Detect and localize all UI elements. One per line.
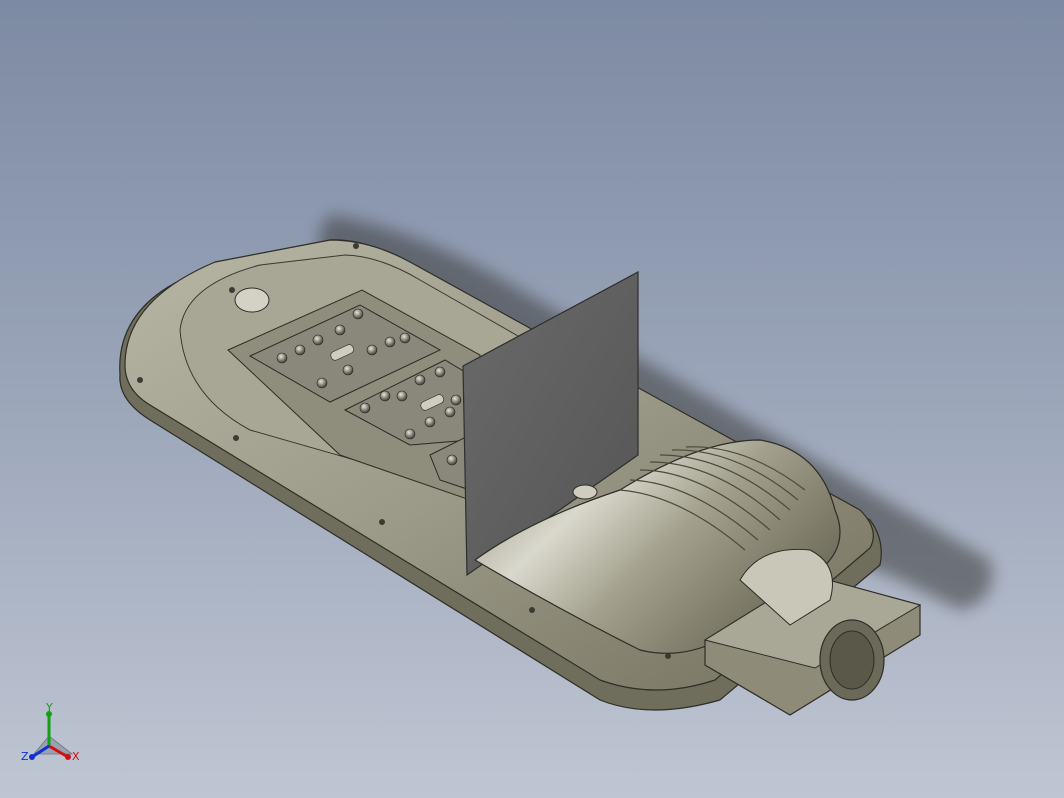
pole-socket-inner bbox=[829, 630, 875, 690]
coordinate-triad: Y X Z bbox=[18, 701, 88, 772]
sensor-dome[interactable] bbox=[234, 287, 270, 313]
head-screw bbox=[572, 484, 598, 500]
street-light-model[interactable] bbox=[0, 0, 1064, 798]
graphics-viewport[interactable]: Y X Z bbox=[0, 0, 1064, 798]
x-axis-label: X bbox=[72, 750, 80, 763]
z-axis-label: Z bbox=[21, 750, 29, 763]
y-axis-label: Y bbox=[45, 702, 53, 714]
